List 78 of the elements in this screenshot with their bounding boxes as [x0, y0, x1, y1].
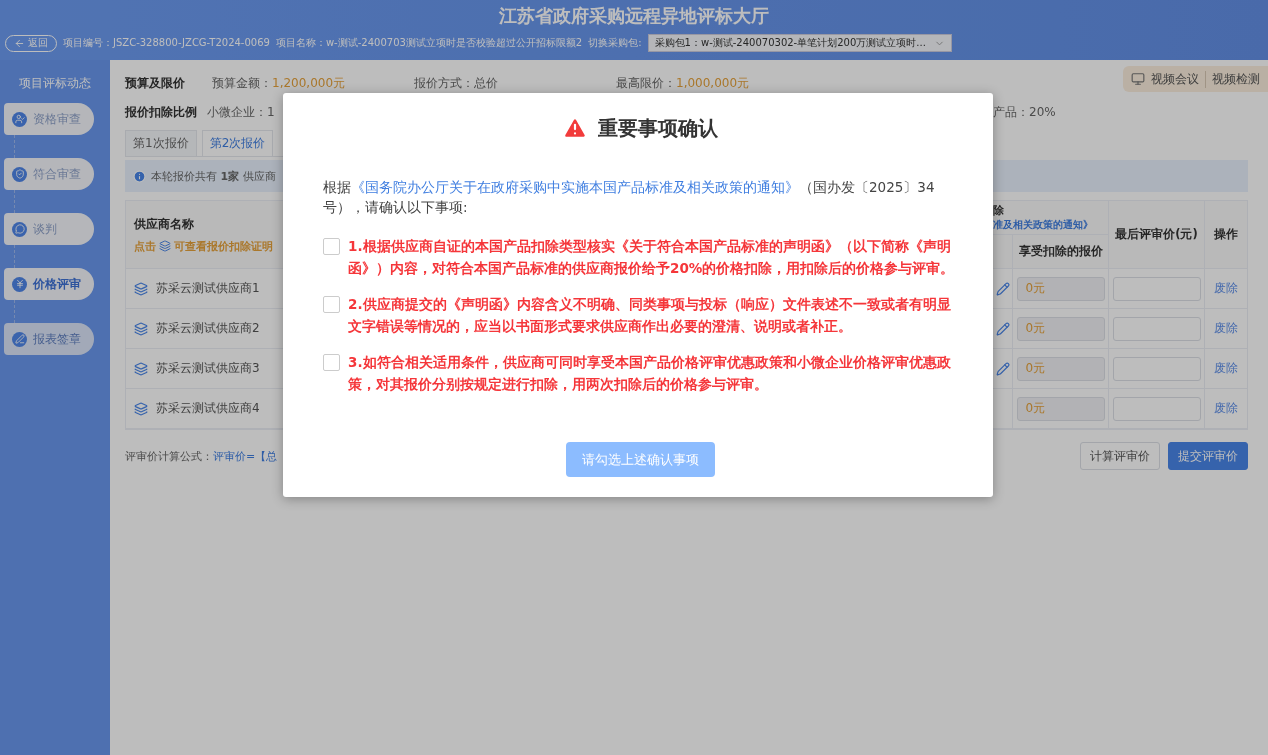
- supplier-name: 苏采云测试供应商3: [156, 360, 260, 377]
- notice-text: 本轮报价共有 1家 供应商: [151, 168, 276, 184]
- void-link[interactable]: 废除: [1214, 280, 1238, 297]
- column-header: 享受扣除的报价: [1018, 244, 1103, 259]
- edit-icon[interactable]: [995, 361, 1010, 376]
- policy-link[interactable]: 《国务院办公厅关于在政府采购中实施本国产品标准及相关政策的通知》: [351, 179, 799, 195]
- round-tab[interactable]: 第2次报价: [201, 130, 274, 156]
- hint-text: 点击: [134, 238, 156, 254]
- section-title: 报价扣除比例: [125, 103, 197, 121]
- dialog-title: 重要事项确认: [598, 114, 718, 142]
- info-icon: [133, 169, 146, 183]
- layers-icon: [159, 240, 171, 252]
- supplier-name: 苏采云测试供应商1: [156, 280, 260, 297]
- void-link[interactable]: 废除: [1214, 360, 1238, 377]
- supplier-name: 苏采云测试供应商4: [156, 400, 260, 417]
- policy-link[interactable]: 准及相关政策的通知》: [993, 218, 1093, 232]
- package-label: 切换采购包:: [588, 36, 642, 50]
- monitor-icon: [1131, 72, 1145, 86]
- deducted-price-field: 0元: [1016, 276, 1105, 301]
- final-price-field[interactable]: [1112, 276, 1201, 301]
- layers-icon: [134, 281, 148, 296]
- void-link[interactable]: 废除: [1214, 400, 1238, 417]
- confirm-item-text: 1.根据供应商自证的本国产品扣除类型核实《关于符合本国产品标准的声明函》（以下简称《声明函》）内容，对符合本国产品标准的供应商报价给予20%的价格扣除，用扣除后的价格参与评审。: [348, 237, 956, 278]
- proof-link[interactable]: 可查看报价扣除证明: [174, 238, 273, 254]
- intro-text: 根据《国务院办公厅关于在政府采购中实施本国产品标准及相关政策的通知》（国办发〔2025〕34号），请确认以下事项:: [323, 178, 936, 217]
- column-header: 除: [993, 203, 1004, 218]
- confirm-item-text: 2.供应商提交的《声明函》内容含义不明确、同类事项与投标（响应）文件表述不一致或者有明显文字错误等情况的，应当以书面形式要求供应商作出必要的澄清、说明或者补正。: [348, 295, 952, 336]
- round-tab[interactable]: 第1次报价: [125, 130, 197, 156]
- sidebar-item[interactable]: 符合审查: [4, 158, 94, 190]
- column-header: 最后评审价(元): [1115, 227, 1198, 242]
- field-value: 总价: [474, 74, 498, 92]
- edit-icon[interactable]: [995, 281, 1010, 296]
- checkbox[interactable]: [323, 296, 340, 313]
- layers-icon: [134, 361, 148, 376]
- pen-icon: [12, 331, 27, 347]
- supplier-name: 苏采云测试供应商2: [156, 320, 260, 337]
- formula-text: 评审价=【总: [213, 448, 278, 464]
- back-arrow-icon: [14, 37, 25, 49]
- confirm-item-text: 3.如符合相关适用条件，供应商可同时享受本国产品价格评审优惠政策和小微企业价格评审优惠政策，对其报价分别按规定进行扣除，用两次扣除后的价格参与评审。: [348, 353, 952, 394]
- checkbox[interactable]: [323, 354, 340, 371]
- layers-icon: [134, 401, 148, 416]
- field-value: 1,200,000元: [272, 74, 346, 92]
- sidebar-title: 项目评标动态: [18, 75, 92, 92]
- deduction-text: 小微企业：1: [207, 103, 275, 121]
- deduction-text: 产品：20%: [993, 103, 1056, 121]
- final-price-field[interactable]: [1112, 356, 1201, 381]
- section-title: 预算及限价: [125, 74, 186, 92]
- checkbox[interactable]: [323, 238, 340, 255]
- shield-icon: [12, 166, 27, 182]
- final-price-field[interactable]: [1112, 396, 1201, 421]
- deducted-price-field: 0元: [1016, 396, 1105, 421]
- calculate-button[interactable]: 计算评审价: [1080, 442, 1160, 470]
- video-tool-link[interactable]: 视频会议: [1151, 70, 1199, 88]
- sidebar-item[interactable]: 谈判: [4, 213, 94, 245]
- project-info: 项目名称：w-测试-2400703测试立项时是否校验超过公开招标限额2: [275, 36, 583, 50]
- field-label: 报价方式：: [414, 74, 474, 92]
- submit-button[interactable]: 提交评审价: [1168, 442, 1248, 470]
- edit-icon[interactable]: [995, 321, 1010, 336]
- field-label: 预算金额：: [212, 74, 272, 92]
- column-header: 供应商名称: [134, 215, 195, 233]
- package-select[interactable]: 采购包1：w-测试-240070302-单笔计划200万测试立项时...: [647, 34, 952, 52]
- chat-icon: [12, 221, 27, 237]
- yen-icon: [12, 276, 27, 292]
- column-header: 操作: [1214, 227, 1238, 242]
- person-icon: [12, 111, 27, 127]
- page-title: 江苏省政府采购远程异地评标大厅: [498, 4, 770, 28]
- field-value: 1,000,000元: [676, 74, 750, 92]
- deducted-price-field: 0元: [1016, 316, 1105, 341]
- video-tool-link[interactable]: 视频检测: [1205, 70, 1260, 88]
- sidebar-item[interactable]: 资格审查: [4, 103, 94, 135]
- final-price-field[interactable]: [1112, 316, 1201, 341]
- deducted-price-field: 0元: [1016, 356, 1105, 381]
- formula-label: 评审价计算公式：: [125, 448, 213, 464]
- layers-icon: [134, 321, 148, 336]
- sidebar-item[interactable]: 价格评审: [4, 268, 94, 300]
- field-label: 最高限价：: [616, 74, 676, 92]
- project-info: 项目编号：JSZC-328800-JZCG-T2024-0069: [63, 36, 270, 50]
- void-link[interactable]: 废除: [1214, 320, 1238, 337]
